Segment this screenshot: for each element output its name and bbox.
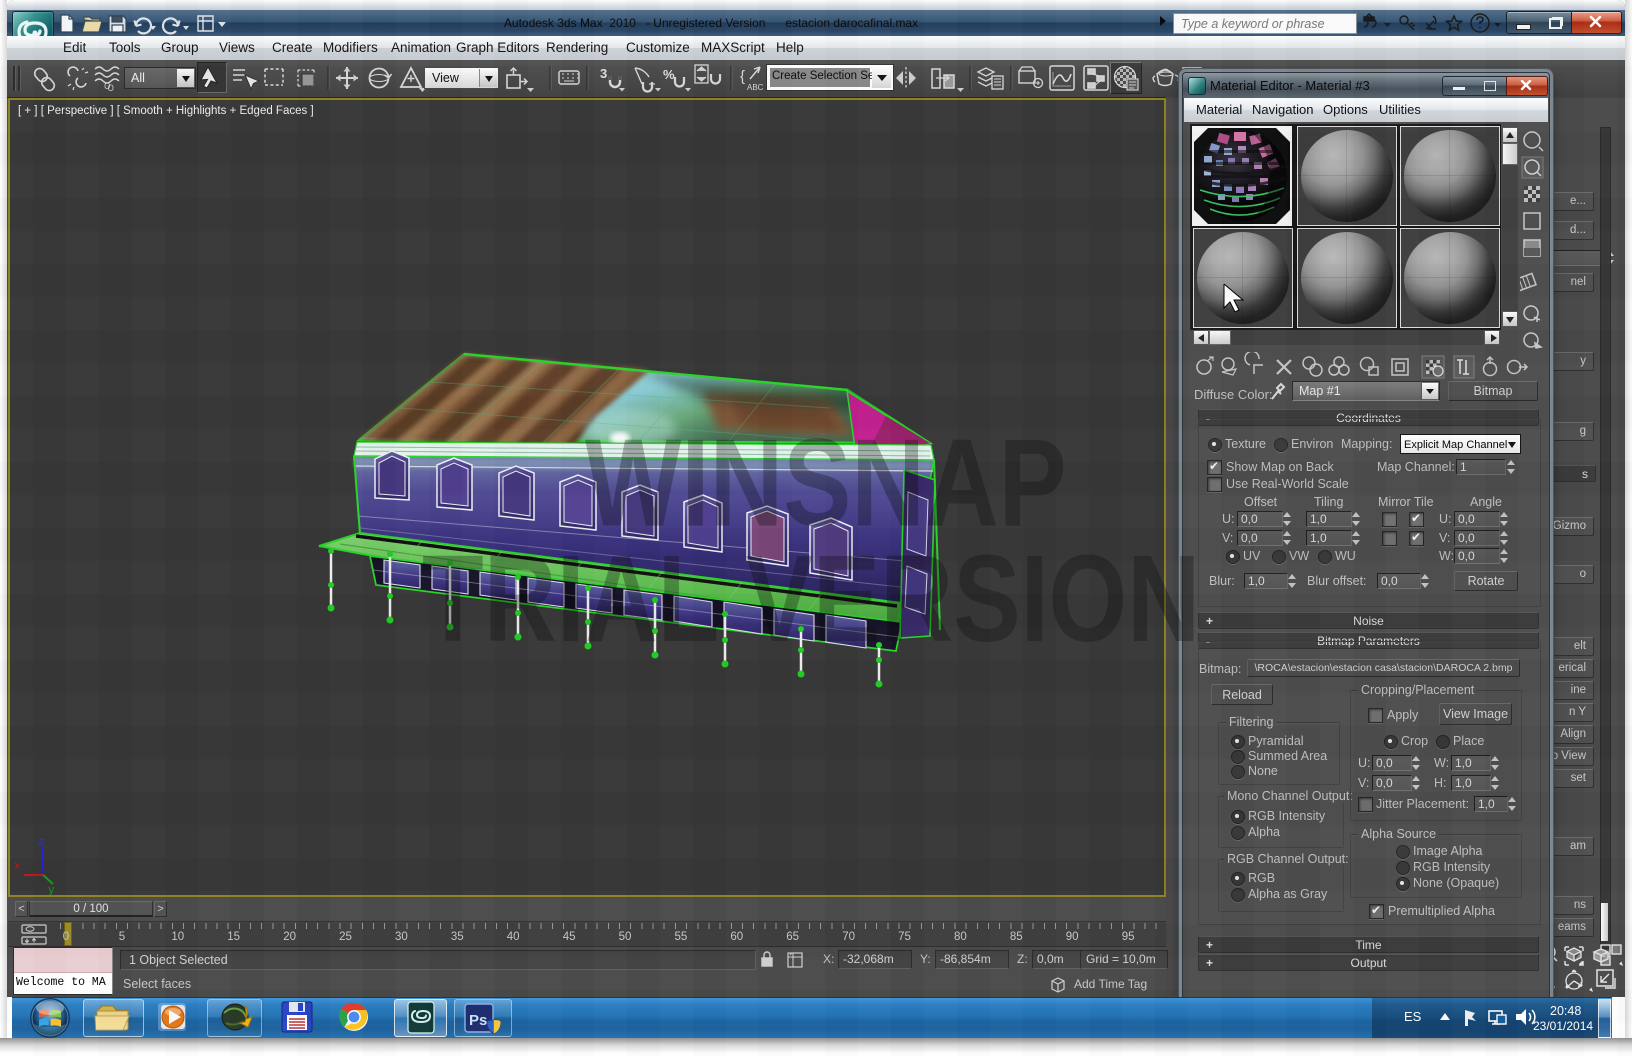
svg-text:y: y xyxy=(48,885,55,895)
svg-text:ABC: ABC xyxy=(747,83,764,92)
svg-text:%: % xyxy=(663,67,675,82)
svg-text:Ps: Ps xyxy=(469,1012,487,1029)
svg-text:{: { xyxy=(740,68,745,85)
svg-text:3: 3 xyxy=(600,66,607,81)
svg-text:x: x xyxy=(14,861,21,873)
